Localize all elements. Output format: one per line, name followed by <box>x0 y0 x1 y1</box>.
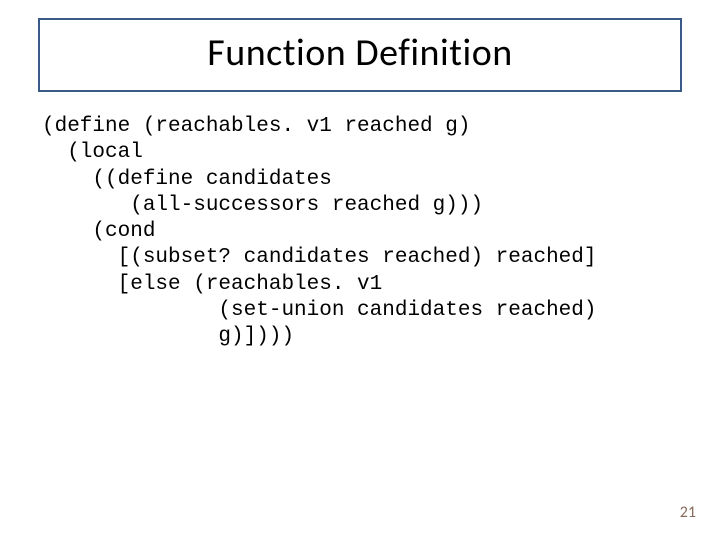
code-line: [else (reachables. v1 <box>42 273 382 296</box>
page-number: 21 <box>680 503 696 522</box>
code-line: (set-union candidates reached) <box>42 299 597 322</box>
code-line: [(subset? candidates reached) reached] <box>42 246 597 269</box>
code-block: (define (reachables. v1 reached g) (loca… <box>38 114 682 350</box>
code-line: g)]))) <box>42 325 294 348</box>
title-box: Function Definition <box>38 18 682 92</box>
code-line: (cond <box>42 220 155 243</box>
slide: Function Definition (define (reachables.… <box>0 0 720 540</box>
code-line: (all-successors reached g))) <box>42 194 483 217</box>
code-line: (define (reachables. v1 reached g) <box>42 115 470 138</box>
code-line: (local <box>42 141 143 164</box>
slide-title: Function Definition <box>40 30 680 76</box>
code-line: ((define candidates <box>42 168 332 191</box>
